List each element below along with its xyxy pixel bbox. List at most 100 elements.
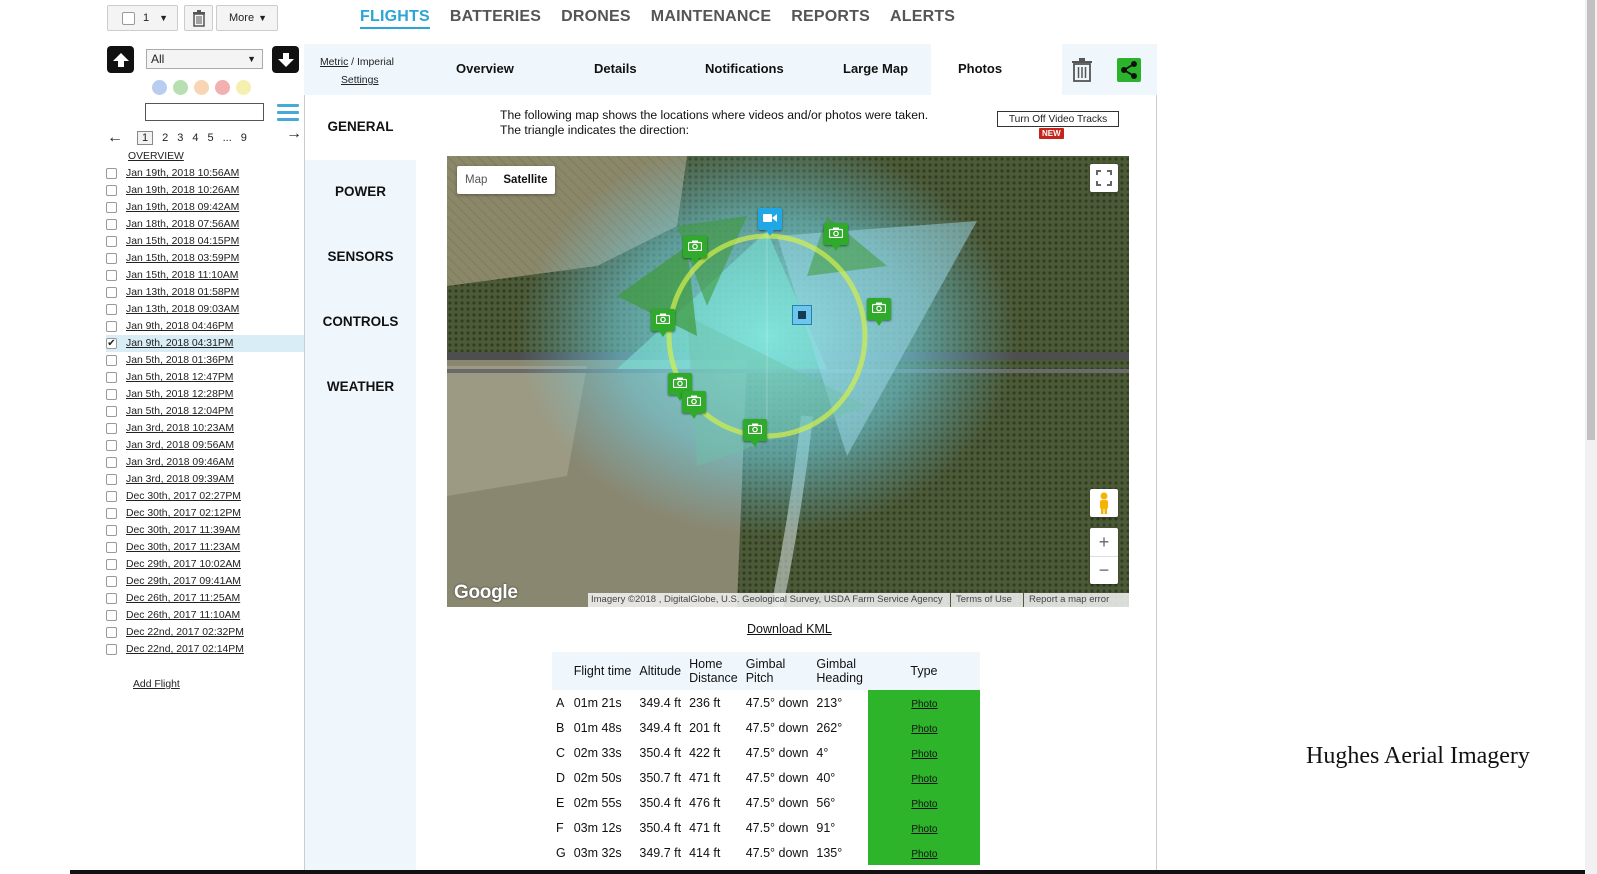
flight-row[interactable]: Jan 3rd, 2018 09:46AM	[106, 454, 304, 471]
page-link[interactable]: 2	[162, 132, 168, 144]
scroll-down-button[interactable]	[272, 46, 299, 73]
map-type-satellite-button[interactable]: Satellite	[495, 166, 555, 194]
flight-checkbox[interactable]	[106, 355, 117, 366]
flight-row[interactable]: Dec 30th, 2017 02:12PM	[106, 505, 304, 522]
flight-link[interactable]: Jan 9th, 2018 04:46PM	[126, 321, 233, 332]
flight-checkbox[interactable]	[106, 491, 117, 502]
flight-link[interactable]: Jan 3rd, 2018 09:39AM	[126, 474, 234, 485]
fullscreen-button[interactable]	[1090, 164, 1118, 192]
flight-row[interactable]: Dec 26th, 2017 11:10AM	[106, 607, 304, 624]
flight-link[interactable]: Jan 3rd, 2018 09:46AM	[126, 457, 234, 468]
flight-checkbox[interactable]	[106, 644, 117, 655]
flight-checkbox[interactable]	[106, 270, 117, 281]
flight-row[interactable]: Jan 19th, 2018 10:26AM	[106, 182, 304, 199]
flight-row[interactable]: Jan 19th, 2018 10:56AM	[106, 165, 304, 182]
select-count-dropdown[interactable]: 1 ▼	[107, 5, 178, 31]
photo-link[interactable]: Photo	[911, 749, 937, 760]
turn-off-video-tracks-button[interactable]: Turn Off Video Tracks	[997, 111, 1119, 127]
flight-link[interactable]: Jan 15th, 2018 03:59PM	[126, 253, 239, 264]
flight-checkbox[interactable]	[106, 372, 117, 383]
prev-page-arrow-icon[interactable]: ←	[107, 129, 123, 147]
flight-checkbox[interactable]	[106, 593, 117, 604]
flight-link[interactable]: Jan 15th, 2018 11:10AM	[126, 270, 238, 281]
section-power[interactable]: POWER	[305, 184, 416, 199]
page-link[interactable]: 3	[177, 132, 183, 144]
page-link[interactable]: ...	[223, 132, 232, 144]
flight-row[interactable]: Jan 9th, 2018 04:46PM	[106, 318, 304, 335]
delete-flight-button[interactable]	[1071, 58, 1093, 87]
flight-checkbox[interactable]	[106, 423, 117, 434]
flight-checkbox[interactable]	[106, 576, 117, 587]
share-button[interactable]	[1117, 58, 1141, 82]
flight-checkbox[interactable]	[106, 474, 117, 485]
flight-link[interactable]: Dec 30th, 2017 02:27PM	[126, 491, 241, 502]
flight-link[interactable]: Jan 19th, 2018 09:42AM	[126, 202, 239, 213]
flight-row[interactable]: Jan 5th, 2018 12:04PM	[106, 403, 304, 420]
flight-checkbox[interactable]	[106, 457, 117, 468]
download-kml-link[interactable]: Download KML	[747, 622, 832, 636]
flight-row[interactable]: Jan 15th, 2018 03:59PM	[106, 250, 304, 267]
flight-row[interactable]: Jan 5th, 2018 01:36PM	[106, 352, 304, 369]
flight-row[interactable]: Dec 22nd, 2017 02:32PM	[106, 624, 304, 641]
nav-alerts[interactable]: ALERTS	[890, 8, 955, 29]
flight-link[interactable]: Jan 13th, 2018 01:58PM	[126, 287, 239, 298]
flight-row[interactable]: Jan 3rd, 2018 10:23AM	[106, 420, 304, 437]
flight-checkbox[interactable]	[106, 440, 117, 451]
zoom-out-button[interactable]: −	[1090, 557, 1118, 584]
flight-row[interactable]: Jan 15th, 2018 11:10AM	[106, 267, 304, 284]
tab-overview[interactable]: Overview	[456, 61, 514, 76]
section-sensors[interactable]: SENSORS	[305, 249, 416, 264]
next-page-arrow-icon[interactable]: →	[286, 125, 302, 143]
tab-notifications[interactable]: Notifications	[705, 61, 784, 76]
flight-link[interactable]: Jan 5th, 2018 12:28PM	[126, 389, 233, 400]
photo-marker[interactable]	[651, 309, 675, 337]
flight-row[interactable]: Dec 30th, 2017 02:27PM	[106, 488, 304, 505]
flight-row[interactable]: Jan 5th, 2018 12:28PM	[106, 386, 304, 403]
flight-row[interactable]: Dec 30th, 2017 11:23AM	[106, 539, 304, 556]
nav-maintenance[interactable]: MAINTENANCE	[651, 8, 771, 29]
home-marker[interactable]	[792, 305, 812, 325]
flight-checkbox[interactable]	[106, 508, 117, 519]
filter-select[interactable]: All ▼	[146, 49, 263, 69]
flight-checkbox[interactable]	[106, 389, 117, 400]
flight-checkbox[interactable]	[106, 627, 117, 638]
delete-selected-button[interactable]	[184, 5, 213, 31]
photo-location-map[interactable]: Map Satellite + − Google Imagery ©2018 ,…	[447, 156, 1129, 607]
color-filter-dot[interactable]	[215, 80, 230, 95]
color-filter-dot[interactable]	[152, 80, 167, 95]
settings-link[interactable]: Settings	[341, 75, 379, 86]
flight-link[interactable]: Jan 5th, 2018 12:04PM	[126, 406, 233, 417]
photo-link[interactable]: Photo	[911, 774, 937, 785]
photo-link[interactable]: Photo	[911, 724, 937, 735]
photo-marker[interactable]	[683, 236, 707, 264]
photo-marker[interactable]	[743, 419, 767, 447]
flight-row[interactable]: Jan 5th, 2018 12:47PM	[106, 369, 304, 386]
page-link[interactable]: 9	[241, 132, 247, 144]
page-current[interactable]: 1	[137, 131, 154, 145]
add-flight-link[interactable]: Add Flight	[133, 679, 180, 690]
flight-row[interactable]: Jan 15th, 2018 04:15PM	[106, 233, 304, 250]
section-general[interactable]: GENERAL	[305, 119, 416, 134]
tab-large-map[interactable]: Large Map	[843, 61, 908, 76]
terms-of-use-link[interactable]: Terms of Use	[951, 593, 1023, 607]
flight-checkbox[interactable]	[106, 219, 117, 230]
flight-checkbox[interactable]	[106, 525, 117, 536]
photo-link[interactable]: Photo	[911, 824, 937, 835]
flight-row[interactable]: Dec 26th, 2017 11:25AM	[106, 590, 304, 607]
tab-details[interactable]: Details	[594, 61, 637, 76]
flight-link[interactable]: Dec 26th, 2017 11:25AM	[126, 593, 240, 604]
photo-link[interactable]: Photo	[911, 799, 937, 810]
flight-link[interactable]: Jan 5th, 2018 12:47PM	[126, 372, 233, 383]
flight-row[interactable]: Dec 29th, 2017 09:41AM	[106, 573, 304, 590]
scrollbar-thumb[interactable]	[1587, 0, 1595, 440]
flight-link[interactable]: Dec 30th, 2017 11:39AM	[126, 525, 240, 536]
nav-reports[interactable]: REPORTS	[791, 8, 870, 29]
photo-link[interactable]: Photo	[911, 849, 937, 860]
flight-checkbox[interactable]	[106, 610, 117, 621]
tab-photos[interactable]: Photos	[958, 61, 1002, 76]
flight-checkbox[interactable]	[106, 202, 117, 213]
flight-link[interactable]: Dec 30th, 2017 11:23AM	[126, 542, 240, 553]
flight-checkbox[interactable]	[106, 236, 117, 247]
flight-row[interactable]: Jan 3rd, 2018 09:56AM	[106, 437, 304, 454]
flight-link[interactable]: Jan 5th, 2018 01:36PM	[126, 355, 233, 366]
